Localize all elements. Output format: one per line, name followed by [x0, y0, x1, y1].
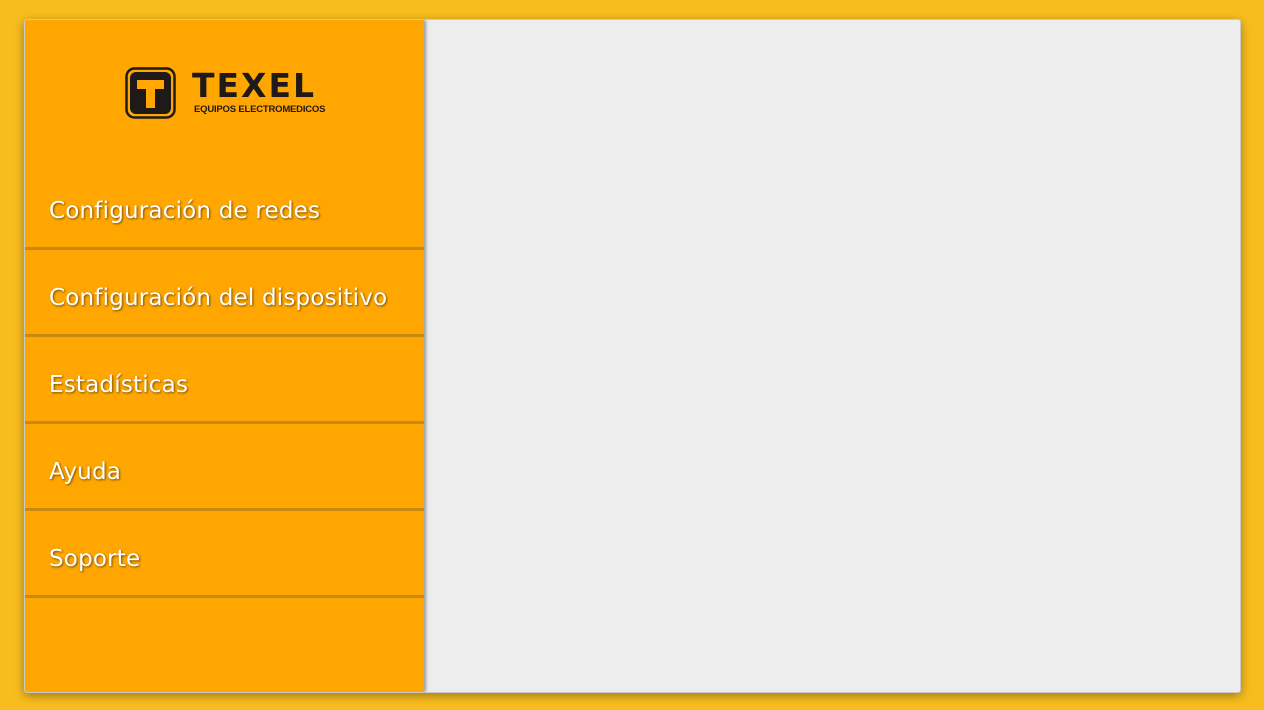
sidebar-item-statistics[interactable]: Estadísticas: [25, 337, 424, 424]
sidebar-item-label: Configuración de redes: [49, 198, 321, 224]
content-panel: [424, 20, 1240, 692]
sidebar-item-support[interactable]: Soporte: [25, 511, 424, 598]
sidebar-item-network-config[interactable]: Configuración de redes: [25, 163, 424, 250]
app-window: TEXEL EQUIPOS ELECTROMEDICOS Configuraci…: [24, 19, 1241, 693]
texel-logo-icon: [125, 67, 176, 119]
sidebar-item-label: Configuración del dispositivo: [49, 285, 388, 311]
sidebar-item-label: Soporte: [49, 546, 141, 572]
sidebar-item-label: Estadísticas: [49, 372, 189, 398]
sidebar-item-device-config[interactable]: Configuración del dispositivo: [25, 250, 424, 337]
sidebar-nav: Configuración de redes Configuración del…: [25, 163, 424, 598]
texel-logo: TEXEL EQUIPOS ELECTROMEDICOS: [125, 67, 325, 119]
logo-brand-name: TEXEL: [192, 66, 317, 105]
logo-tagline: EQUIPOS ELECTROMEDICOS: [194, 104, 326, 115]
logo-area: TEXEL EQUIPOS ELECTROMEDICOS: [25, 20, 424, 163]
sidebar: TEXEL EQUIPOS ELECTROMEDICOS Configuraci…: [25, 20, 424, 692]
sidebar-item-help[interactable]: Ayuda: [25, 424, 424, 511]
sidebar-item-label: Ayuda: [49, 459, 122, 485]
